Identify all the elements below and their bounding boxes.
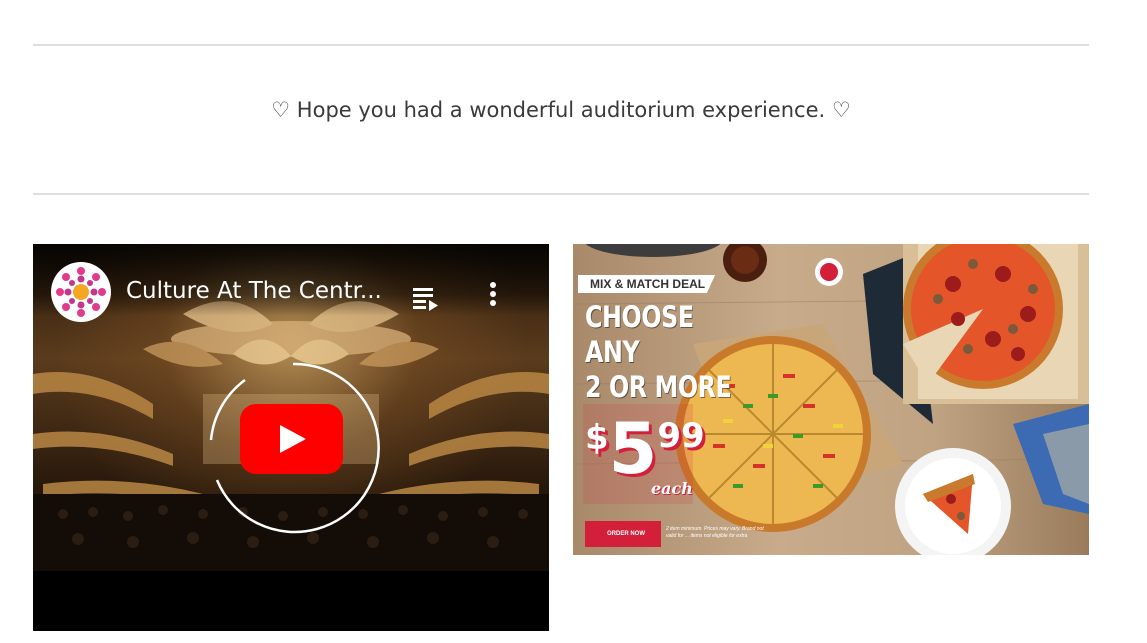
playlist-icon[interactable] bbox=[411, 284, 441, 314]
bottom-divider bbox=[33, 193, 1089, 195]
youtube-video-embed[interactable]: Culture At The Centr... bbox=[33, 244, 549, 631]
more-vertical-icon[interactable] bbox=[481, 280, 505, 310]
order-now-button[interactable]: ORDER NOW bbox=[585, 521, 661, 547]
price-suffix: each bbox=[651, 479, 693, 498]
channel-avatar[interactable] bbox=[51, 262, 111, 322]
flower-mandala-logo-icon bbox=[52, 263, 110, 321]
fine-print: 2 item minimum. Prices may vary. Brand n… bbox=[666, 526, 764, 539]
ad-headline: CHOOSE ANY 2 OR MORE bbox=[585, 300, 732, 404]
pizza-advertisement[interactable]: MIX & MATCH DEAL CHOOSE ANY 2 OR MORE $5… bbox=[573, 244, 1089, 555]
thank-you-message: ♡ Hope you had a wonderful auditorium ex… bbox=[271, 98, 851, 122]
youtube-play-icon[interactable] bbox=[240, 404, 343, 474]
video-title[interactable]: Culture At The Centr... bbox=[126, 278, 396, 304]
price-cents: 99 bbox=[657, 416, 705, 456]
price: $599 bbox=[585, 414, 705, 484]
deal-badge: MIX & MATCH DEAL bbox=[578, 275, 716, 293]
price-whole: 5 bbox=[608, 408, 658, 490]
price-dollar: $ bbox=[585, 418, 609, 458]
page: ♡ Hope you had a wonderful auditorium ex… bbox=[0, 0, 1147, 643]
top-divider bbox=[33, 44, 1089, 46]
